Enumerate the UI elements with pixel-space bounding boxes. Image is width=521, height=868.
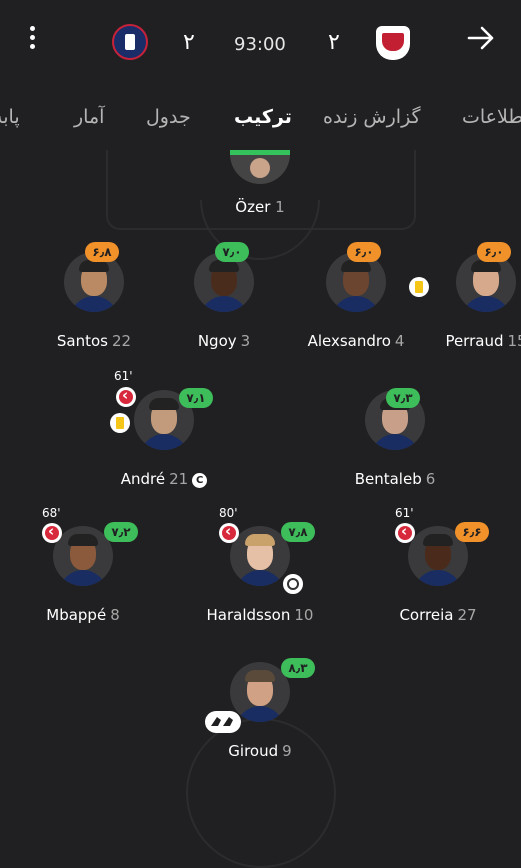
player-name-line: André 21 C	[59, 470, 269, 488]
player-name: Giroud	[228, 742, 279, 760]
player-number: 15	[507, 332, 521, 350]
player-number: 10	[294, 606, 314, 624]
tab-info[interactable]: اطلاعات	[462, 106, 521, 128]
sub-time: 80'	[219, 506, 238, 520]
player-andre[interactable]: ۷٫۱ 61' André21C	[99, 369, 229, 510]
player-mbappe[interactable]: ۷٫۲ 68' Mbappé8	[18, 506, 148, 646]
tab-stats[interactable]: آمار	[74, 106, 104, 128]
player-name: Perraud	[445, 332, 504, 350]
player-name: Bentaleb	[354, 470, 422, 488]
goal-ball-icon	[281, 572, 305, 596]
player-santos[interactable]: ۶٫۸ Santos 22	[29, 242, 159, 372]
goalkeeper-name-line[interactable]: Özer 1	[200, 198, 320, 216]
player-number: 27	[457, 606, 477, 624]
player-name: Alexsandro	[307, 332, 391, 350]
substitution-out-icon	[219, 522, 239, 543]
rating-badge: ۷٫۲	[104, 522, 138, 542]
player-number: 6	[425, 470, 436, 488]
player-giroud[interactable]: ۸٫۳ Giroud 9	[195, 658, 325, 782]
player-name: André	[120, 470, 166, 488]
player-number: 8	[110, 606, 120, 624]
player-name-line: Perraud15	[381, 332, 521, 350]
rating-badge: ۸٫۳	[281, 658, 315, 678]
rating-badge: ۷٫۳	[386, 388, 420, 408]
more-options-icon[interactable]	[24, 26, 40, 54]
captain-badge: C	[192, 473, 208, 488]
player-number: 1	[275, 198, 285, 216]
player-number: 9	[282, 742, 292, 760]
arrow-right-icon[interactable]	[466, 23, 496, 53]
player-correia[interactable]: ۶٫۶ 61' Correia27	[373, 506, 503, 646]
rating-badge: ۶٫۸	[85, 242, 119, 262]
player-name: Correia	[399, 606, 454, 624]
player-ngoy[interactable]: ۷٫۰ Ngoy 3	[159, 242, 289, 372]
player-alexsandro[interactable]: ۶٫۰ Alexsandro 4	[291, 242, 421, 372]
sub-time: 61'	[114, 369, 133, 383]
player-number: 3	[240, 332, 251, 350]
player-bentaleb[interactable]: ۷٫۳ Bentaleb 6	[330, 388, 460, 510]
tab-head-to-head[interactable]: پابه‌پا	[0, 106, 20, 128]
yellow-card-icon	[409, 277, 429, 297]
substitution-out-icon	[42, 522, 62, 543]
player-haraldsson[interactable]: ۷٫۸ 80' Haraldsson10	[195, 506, 325, 646]
player-name: Ngoy	[197, 332, 237, 350]
player-name-line: Giroud 9	[155, 742, 365, 760]
rating-badge: ۶٫۶	[455, 522, 489, 542]
player-number: 21	[169, 470, 189, 488]
substitution-out-icon	[116, 386, 136, 407]
tab-lineup[interactable]: ترکیب	[234, 106, 292, 128]
sub-time: 68'	[42, 506, 61, 520]
player-perraud[interactable]: ۶٫۰ Perraud15	[409, 242, 521, 372]
rating-badge: ۷٫۸	[281, 522, 315, 542]
tab-bar: اطلاعات گزارش زنده ترکیب جدول آمار پابه‌…	[0, 86, 521, 156]
player-name: Haraldsson	[206, 606, 291, 624]
match-clock: 93:00	[234, 34, 286, 55]
rating-badge: ۷٫۰	[215, 242, 249, 262]
tab-live-report[interactable]: گزارش زنده	[323, 106, 421, 128]
home-score: ۲	[183, 30, 195, 55]
player-name: Özer	[235, 198, 271, 216]
rating-badge: ۶٫۰	[347, 242, 381, 262]
home-team-crest[interactable]	[112, 24, 148, 60]
away-team-crest[interactable]	[376, 26, 410, 60]
yellow-card-icon	[110, 413, 130, 433]
player-name-line: Bentaleb 6	[290, 470, 500, 488]
assist-boot-icon	[205, 711, 241, 733]
rating-badge: ۶٫۰	[477, 242, 511, 262]
away-score: ۲	[328, 30, 340, 55]
match-header: ۲ 93:00 ۲	[0, 0, 521, 86]
player-name: Mbappé	[46, 606, 107, 624]
substitution-out-icon	[395, 522, 415, 543]
player-name-line: Correia 27	[333, 606, 521, 624]
sub-time: 61'	[395, 506, 414, 520]
tab-table[interactable]: جدول	[146, 106, 191, 128]
player-name: Santos	[56, 332, 108, 350]
rating-badge: ۷٫۱	[179, 388, 213, 408]
